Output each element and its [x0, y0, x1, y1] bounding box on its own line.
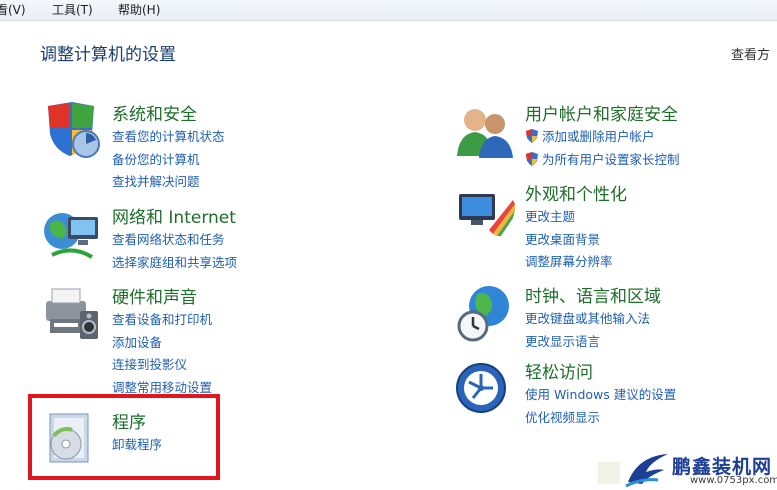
category-title[interactable]: 网络和 Internet: [112, 203, 236, 228]
menu-tools[interactable]: 工具(T): [52, 1, 93, 18]
link-display-language[interactable]: 更改显示语言: [525, 331, 650, 354]
link-network-status[interactable]: 查看网络状态和任务: [112, 229, 237, 252]
link-add-remove-accounts[interactable]: 添加或删除用户帐户: [525, 126, 680, 149]
link-homegroup[interactable]: 选择家庭组和共享选项: [112, 252, 237, 275]
category-title[interactable]: 系统和安全: [112, 100, 197, 125]
link-change-theme[interactable]: 更改主题: [525, 206, 613, 229]
menu-view[interactable]: 看(V): [0, 1, 26, 18]
link-check-status[interactable]: 查看您的计算机状态: [112, 126, 225, 149]
category-title[interactable]: 硬件和声音: [112, 283, 197, 308]
network-internet-icon[interactable]: [42, 203, 104, 265]
link-optimize-video[interactable]: 优化视频显示: [525, 407, 676, 430]
hardware-sound-icon[interactable]: [42, 283, 104, 345]
link-devices-printers[interactable]: 查看设备和打印机: [112, 309, 212, 332]
link-label: 为所有用户设置家长控制: [542, 151, 680, 167]
link-troubleshoot[interactable]: 查找并解决问题: [112, 171, 225, 194]
category-title[interactable]: 时钟、语言和区域: [525, 282, 661, 307]
link-projector[interactable]: 连接到投影仪: [112, 354, 212, 377]
user-accounts-icon[interactable]: [455, 100, 517, 162]
link-backup[interactable]: 备份您的计算机: [112, 149, 225, 172]
category-title[interactable]: 外观和个性化: [525, 180, 627, 205]
watermark-logo-icon: [598, 454, 668, 488]
menu-help[interactable]: 帮助(H): [118, 1, 160, 18]
uac-shield-icon: [526, 151, 538, 166]
link-screen-resolution[interactable]: 调整屏幕分辨率: [525, 251, 613, 274]
ease-of-access-icon[interactable]: [455, 358, 517, 420]
watermark: 鹏鑫装机网 www.0753px.com: [598, 452, 777, 490]
page-title: 调整计算机的设置: [40, 45, 176, 65]
menu-bar: 看(V) 工具(T) 帮助(H): [0, 0, 777, 21]
link-add-device[interactable]: 添加设备: [112, 332, 212, 355]
programs-highlight-box: [28, 394, 220, 480]
category-title[interactable]: 轻松访问: [525, 358, 593, 383]
category-title[interactable]: 用户帐户和家庭安全: [525, 100, 678, 125]
system-security-icon[interactable]: [42, 100, 104, 162]
link-desktop-background[interactable]: 更改桌面背景: [525, 229, 613, 252]
link-parental-controls[interactable]: 为所有用户设置家长控制: [525, 149, 680, 172]
uac-shield-icon: [526, 129, 538, 143]
link-recommended-settings[interactable]: 使用 Windows 建议的设置: [525, 384, 676, 407]
view-by-label[interactable]: 查看方: [731, 44, 770, 63]
link-change-keyboard[interactable]: 更改键盘或其他输入法: [525, 308, 650, 331]
link-label: 添加或删除用户帐户: [542, 129, 655, 144]
clock-language-region-icon[interactable]: [455, 282, 517, 344]
appearance-icon[interactable]: [455, 180, 517, 242]
watermark-url: www.0753px.com: [690, 475, 777, 486]
